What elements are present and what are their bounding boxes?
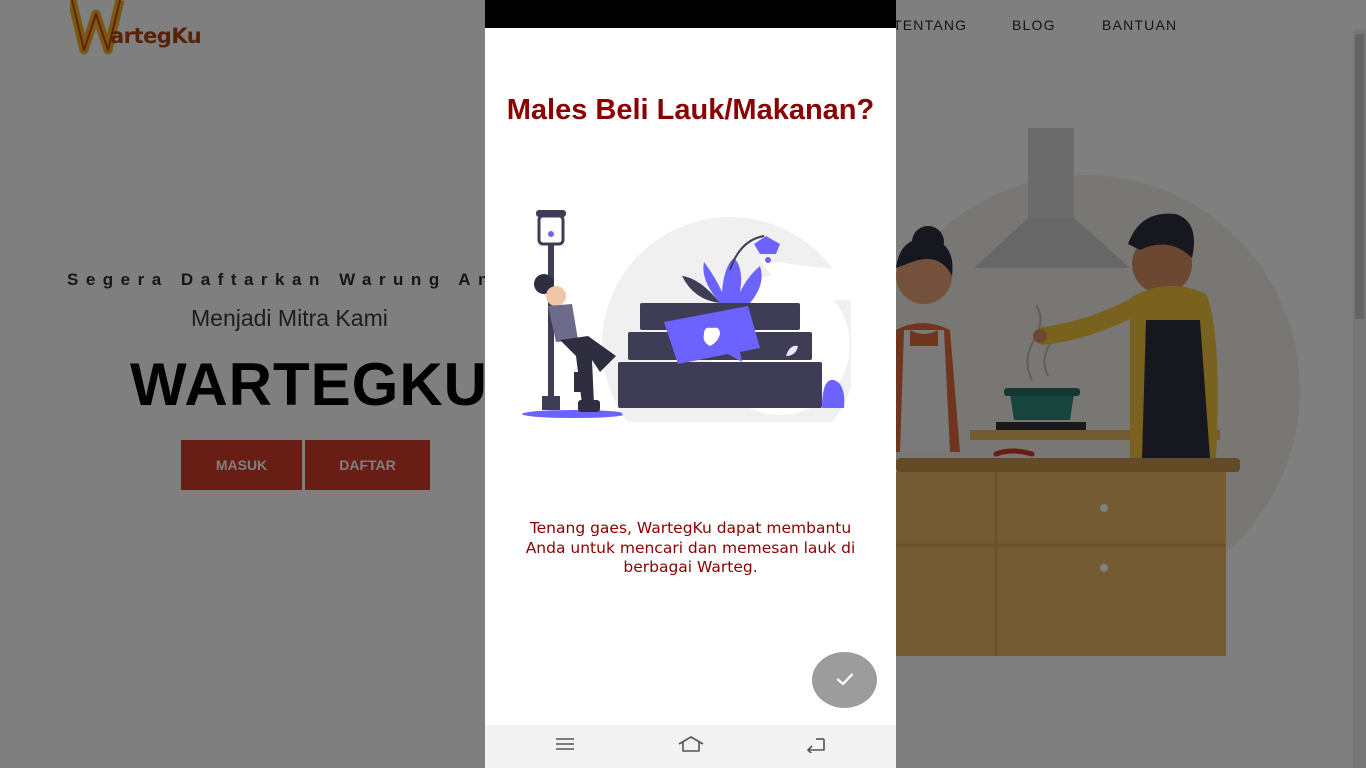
home-button[interactable]	[661, 725, 721, 768]
status-bar	[485, 0, 896, 28]
back-button[interactable]	[786, 725, 846, 768]
menu-icon	[554, 736, 576, 757]
back-icon	[804, 735, 828, 758]
intro-title: Males Beli Lauk/Makanan?	[506, 94, 875, 126]
intro-illustration	[522, 210, 851, 422]
system-navigation-bar	[485, 725, 896, 768]
done-button[interactable]	[812, 652, 877, 708]
menu-button[interactable]	[535, 725, 595, 768]
check-icon	[834, 668, 856, 693]
intro-description: Tenang gaes, WartegKu dapat membantu And…	[525, 519, 856, 576]
home-icon	[676, 734, 706, 759]
app-intro-screen: Males Beli Lauk/Makanan? Tenang gaes, Wa…	[485, 0, 896, 768]
